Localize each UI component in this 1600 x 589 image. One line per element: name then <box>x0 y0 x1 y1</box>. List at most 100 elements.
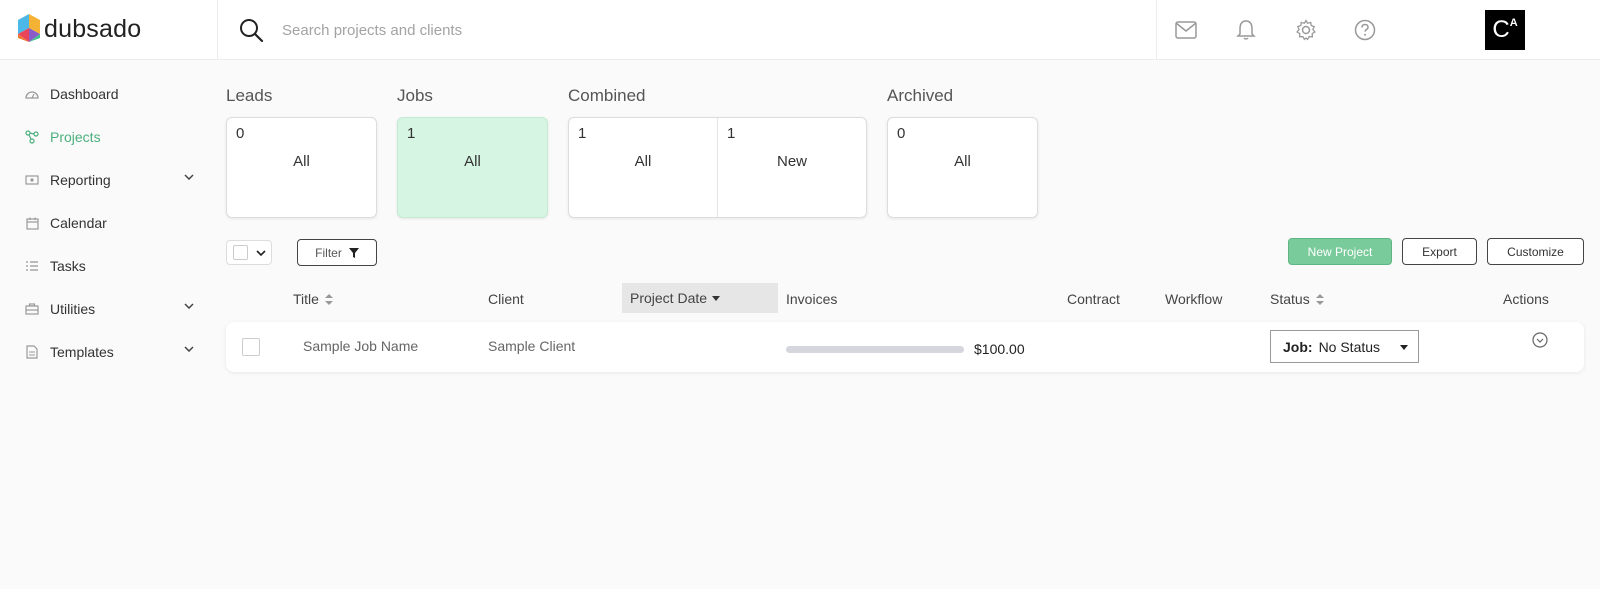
top-bar: dubsado CA <box>0 0 1600 60</box>
new-project-label: New Project <box>1307 244 1373 259</box>
sidebar-item-label: Templates <box>50 344 114 360</box>
sidebar-item-projects[interactable]: Projects <box>24 125 194 149</box>
column-header-actions: Actions <box>1503 289 1549 309</box>
row-title[interactable]: Sample Job Name <box>303 338 418 354</box>
gear-icon[interactable] <box>1292 16 1320 44</box>
bell-icon[interactable] <box>1232 16 1260 44</box>
sidebar-item-label: Reporting <box>50 172 111 188</box>
mail-icon[interactable] <box>1172 16 1200 44</box>
sidebar-item-dashboard[interactable]: Dashboard <box>24 82 194 106</box>
stat-name: All <box>954 153 971 170</box>
avatar-initial: C <box>1492 16 1510 43</box>
stat-name: All <box>293 153 310 170</box>
stat-label: Jobs <box>397 86 433 105</box>
column-header-contract[interactable]: Contract <box>1067 289 1120 309</box>
column-header-status[interactable]: Status <box>1270 289 1324 309</box>
stat-card-archived: 0 All <box>887 117 1038 218</box>
sidebar-item-label: Projects <box>50 129 101 145</box>
divider <box>217 0 218 60</box>
sidebar-item-label: Utilities <box>50 301 96 317</box>
column-header-label: Title <box>293 291 319 307</box>
column-header-label: Contract <box>1067 291 1120 307</box>
caret-down-icon <box>712 295 721 301</box>
stat-count: 0 <box>897 125 906 142</box>
sidebar-item-label: Tasks <box>50 258 86 274</box>
stat-group-archived: Archived 0 All <box>887 86 1038 218</box>
row-actions-chevron-icon[interactable] <box>1532 332 1548 348</box>
column-header-invoices[interactable]: Invoices <box>786 289 837 309</box>
customize-button[interactable]: Customize <box>1487 238 1584 265</box>
sidebar-item-tasks[interactable]: Tasks <box>24 254 194 278</box>
column-header-client[interactable]: Client <box>488 289 524 309</box>
status-prefix: Job: <box>1283 338 1313 355</box>
stat-card-leads: 0 All <box>226 117 377 218</box>
stat-name: All <box>464 153 481 170</box>
templates-icon <box>24 344 40 360</box>
chevron-down-icon[interactable] <box>184 303 194 309</box>
sort-icon <box>324 293 333 305</box>
search-input[interactable] <box>282 14 1102 46</box>
stat-count: 1 <box>407 125 416 142</box>
stat-count: 0 <box>236 125 245 142</box>
sidebar-item-utilities[interactable]: Utilities <box>24 297 194 321</box>
export-button[interactable]: Export <box>1402 238 1477 265</box>
stat-count: 1 <box>578 125 587 142</box>
filter-label: Filter <box>315 245 342 260</box>
column-header-label: Status <box>1270 291 1310 307</box>
column-header-label: Actions <box>1503 291 1549 307</box>
row-checkbox[interactable] <box>242 338 260 356</box>
app-logo[interactable]: dubsado <box>16 10 141 48</box>
column-header-label: Invoices <box>786 291 838 307</box>
column-header-workflow[interactable]: Workflow <box>1165 289 1222 309</box>
user-avatar[interactable]: CA <box>1485 10 1525 50</box>
reporting-icon <box>24 172 40 188</box>
help-icon[interactable] <box>1351 16 1379 44</box>
select-all-checkbox[interactable] <box>233 245 248 260</box>
stat-group-leads: Leads 0 All <box>226 86 377 218</box>
sidebar-item-calendar[interactable]: Calendar <box>24 211 194 235</box>
calendar-icon <box>24 215 40 231</box>
sidebar-item-templates[interactable]: Templates <box>24 340 194 364</box>
filter-button[interactable]: Filter <box>297 239 377 266</box>
stat-cell-combined-new[interactable]: 1 New <box>717 118 866 217</box>
sidebar-item-label: Calendar <box>50 215 107 231</box>
avatar-superscript: A <box>1509 17 1518 29</box>
divider <box>1156 0 1157 60</box>
new-project-button[interactable]: New Project <box>1288 238 1392 265</box>
column-header-label: Workflow <box>1165 291 1223 307</box>
export-label: Export <box>1422 244 1457 259</box>
stat-cell-leads-all[interactable]: 0 All <box>227 118 376 217</box>
stat-card-combined: 1 All 1 New <box>568 117 867 218</box>
column-header-label: Client <box>488 291 524 307</box>
row-client[interactable]: Sample Client <box>488 338 575 354</box>
status-select[interactable]: Job: No Status <box>1270 330 1419 363</box>
stat-cell-combined-all[interactable]: 1 All <box>569 118 717 217</box>
dubsado-logo-icon <box>18 14 40 42</box>
table-row[interactable]: Sample Job Name Sample Client $100.00 Jo… <box>226 322 1584 372</box>
select-all-dropdown[interactable] <box>226 240 272 265</box>
status-value: No Status <box>1318 338 1381 355</box>
caret-down-icon <box>1400 345 1408 350</box>
filter-icon <box>348 247 359 258</box>
stat-group-jobs: Jobs 1 All <box>397 86 548 218</box>
utilities-icon <box>24 301 40 317</box>
tasks-icon <box>24 258 40 274</box>
column-header-project-date[interactable]: Project Date <box>622 283 778 313</box>
chevron-down-icon[interactable] <box>184 346 194 352</box>
column-header-title[interactable]: Title <box>293 289 333 309</box>
stat-card-jobs: 1 All <box>397 117 548 218</box>
sort-icon <box>1315 293 1324 305</box>
stat-name: New <box>776 153 807 170</box>
sidebar-item-reporting[interactable]: Reporting <box>24 168 194 192</box>
chevron-down-icon[interactable] <box>184 174 194 180</box>
stat-cell-jobs-all[interactable]: 1 All <box>398 118 547 217</box>
dashboard-icon <box>24 86 40 102</box>
app-name: dubsado <box>44 14 142 43</box>
chevron-down-icon[interactable] <box>256 249 266 256</box>
customize-label: Customize <box>1507 244 1564 259</box>
search-icon[interactable] <box>238 17 264 43</box>
stat-count: 1 <box>727 125 736 142</box>
stat-group-combined: Combined 1 All 1 New <box>568 86 867 218</box>
stat-label: Leads <box>226 86 273 105</box>
stat-cell-archived-all[interactable]: 0 All <box>888 118 1037 217</box>
